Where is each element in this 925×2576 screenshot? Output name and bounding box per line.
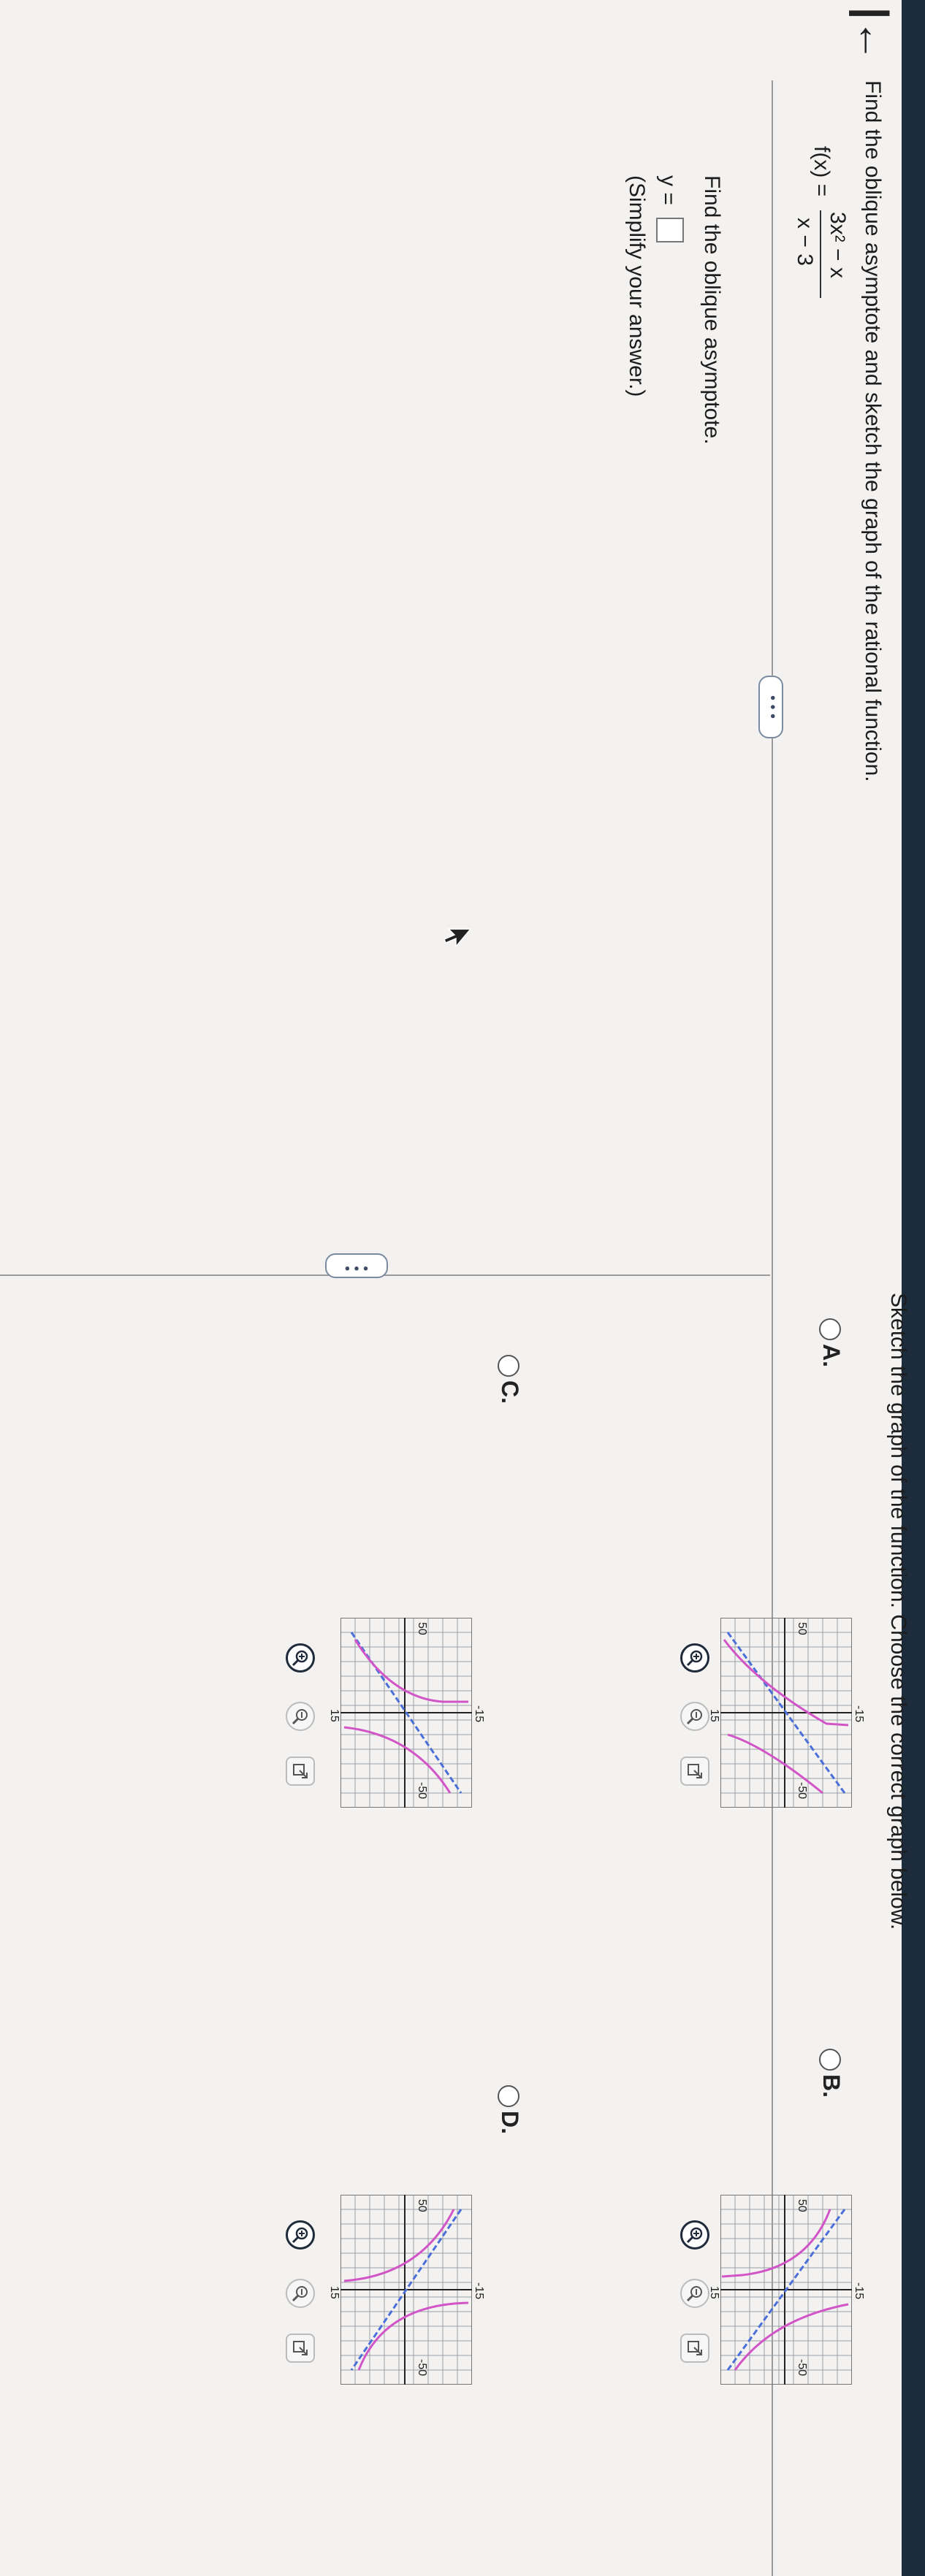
mouse-cursor-icon	[439, 928, 472, 949]
option-b-label: B.	[818, 2074, 845, 2098]
numerator-base: 3x	[826, 212, 850, 235]
graph-d-ybottom: -50	[416, 2359, 428, 2377]
back-arrow-icon[interactable]: |←	[848, 7, 897, 61]
graph-c-xleft: -15	[473, 1705, 485, 1723]
graph-a-ytop: 50	[796, 1622, 808, 1635]
graph-c-ybottom: -50	[416, 1782, 428, 1800]
graph-a	[720, 1617, 853, 1808]
zoom-out-icon[interactable]	[286, 1702, 315, 1731]
option-b-radio[interactable]	[819, 2049, 841, 2071]
option-a-label: A.	[818, 1344, 845, 1367]
asymptote-answer-input[interactable]	[656, 218, 684, 242]
zoom-in-icon[interactable]	[286, 2220, 315, 2250]
zoom-out-icon[interactable]	[680, 1702, 709, 1731]
graph-b	[720, 2194, 853, 2385]
graph-a-xleft: -15	[853, 1705, 865, 1723]
oblique-prompt: Find the oblique asymptote.	[700, 175, 724, 445]
graph-b-ybottom: -50	[796, 2359, 808, 2377]
numerator-exponent: 2	[832, 234, 848, 242]
graph-d-xleft: -15	[473, 2282, 485, 2300]
function-lhs: f(x) =	[810, 146, 834, 197]
expand-icon[interactable]	[286, 1757, 315, 1786]
graph-a-ybottom: -50	[796, 1782, 808, 1800]
graph-c-curve-left	[354, 1639, 468, 1703]
graph-b-xleft: -15	[853, 2282, 865, 2300]
numerator-rest: − x	[826, 242, 850, 278]
zoom-in-icon[interactable]	[286, 1643, 315, 1673]
graph-c-xright: 15	[328, 1709, 340, 1722]
function-numerator: 3x2 − x	[825, 212, 850, 278]
graph-c	[340, 1617, 473, 1808]
graph-d	[340, 2194, 473, 2385]
expand-icon[interactable]	[680, 2334, 709, 2363]
graph-c-curve-right	[343, 1726, 452, 1794]
answer-prefix: y =	[656, 175, 680, 205]
graph-c-ytop: 50	[416, 1622, 428, 1635]
function-denominator: x − 3	[793, 218, 817, 266]
option-d-label: D.	[497, 2111, 523, 2134]
more-button[interactable]: • • •	[758, 676, 783, 738]
zoom-out-icon[interactable]	[680, 2279, 709, 2308]
question-text: Find the oblique asymptote and sketch th…	[861, 80, 885, 782]
expand-icon[interactable]	[680, 1757, 709, 1786]
option-c-radio[interactable]	[498, 1355, 519, 1377]
graph-d-xright: 15	[328, 2286, 340, 2299]
option-c-graph: 50 -50 -15 15	[328, 1617, 485, 1808]
graph-b-curve-left	[721, 2209, 831, 2278]
option-c-label: C.	[497, 1380, 523, 1404]
zoom-out-icon[interactable]	[286, 2279, 315, 2308]
graph-b-ytop: 50	[796, 2199, 808, 2212]
option-a-radio[interactable]	[819, 1318, 841, 1340]
page-stage: |← Find the oblique asymptote and sketch…	[0, 0, 925, 2576]
simplify-hint: (Simplify your answer.)	[625, 175, 649, 397]
sketch-prompt: Sketch the graph of the function. Choose…	[886, 1293, 910, 1930]
option-b-graph: 50 -50 -15 15	[708, 2194, 865, 2385]
zoom-in-icon[interactable]	[680, 2220, 709, 2250]
fraction-bar	[820, 210, 821, 298]
graph-d-ytop: 50	[416, 2199, 428, 2212]
option-d-radio[interactable]	[498, 2085, 519, 2107]
more-button-vertical[interactable]: • • •	[325, 1253, 388, 1278]
expand-icon[interactable]	[286, 2334, 315, 2363]
top-bar	[902, 0, 925, 2576]
option-d-graph: 50 -50 -15 15	[328, 2194, 485, 2385]
option-a-graph: 50 -50 -15 15	[708, 1617, 865, 1808]
zoom-in-icon[interactable]	[680, 1643, 709, 1673]
